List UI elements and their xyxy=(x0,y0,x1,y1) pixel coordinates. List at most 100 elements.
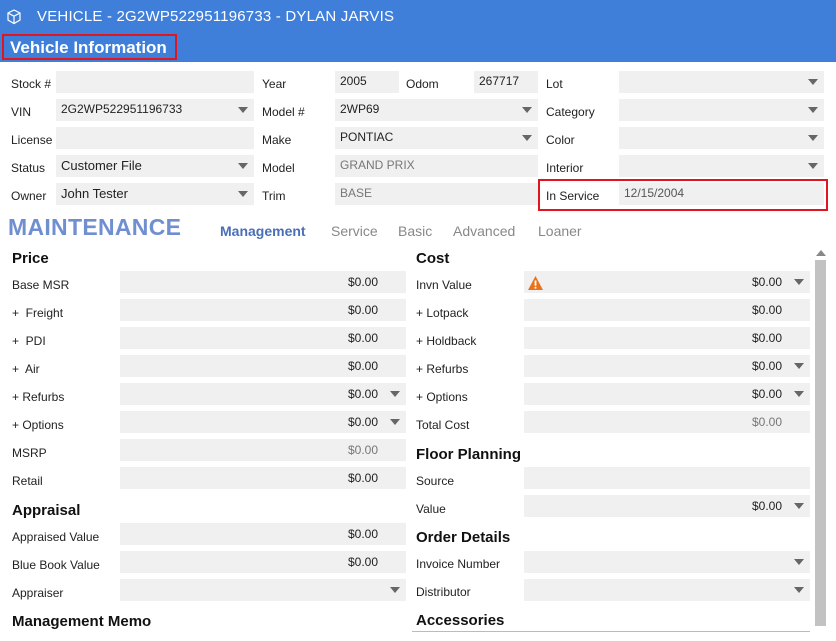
vin-select[interactable]: 2G2WP522951196733 xyxy=(56,99,254,121)
cost-row-label: + Refurbs xyxy=(416,362,469,376)
appraisal-row-label: Blue Book Value xyxy=(12,558,100,572)
model-label: Model xyxy=(262,161,295,175)
base-msr-input[interactable]: $0.00 xyxy=(120,271,406,293)
chevron-down-icon[interactable] xyxy=(808,107,818,113)
price-section-title: Price xyxy=(12,250,49,267)
trim-label: Trim xyxy=(262,189,286,203)
chevron-down-icon[interactable] xyxy=(794,391,804,397)
distributor-select[interactable] xyxy=(524,579,810,601)
odom-label: Odom xyxy=(406,77,439,91)
cost-row-label: Invn Value xyxy=(416,278,472,292)
chevron-down-icon[interactable] xyxy=(794,559,804,565)
pdi-input[interactable]: $0.00 xyxy=(120,327,406,349)
model-number-select[interactable]: 2WP69 xyxy=(335,99,538,121)
stock-label: Stock # xyxy=(11,77,52,91)
chevron-down-icon[interactable] xyxy=(794,587,804,593)
invn-value-select[interactable]: $0.00 xyxy=(524,271,810,293)
price-row-label: + PDI xyxy=(12,334,46,348)
color-select[interactable] xyxy=(619,127,824,149)
price-row-label: MSRP xyxy=(12,446,47,460)
highlight-outline xyxy=(538,179,828,211)
window-title: VEHICLE - 2G2WP522951196733 - DYLAN JARV… xyxy=(37,8,395,25)
freight-input[interactable]: $0.00 xyxy=(120,299,406,321)
tab-basic[interactable]: Basic xyxy=(398,223,432,239)
page-title: Vehicle Information xyxy=(2,34,177,60)
make-label: Make xyxy=(262,133,292,147)
chevron-down-icon[interactable] xyxy=(794,279,804,285)
year-input[interactable]: 2005 xyxy=(335,71,399,93)
chevron-down-icon[interactable] xyxy=(808,135,818,141)
holdback-input[interactable]: $0.00 xyxy=(524,327,810,349)
chevron-down-icon[interactable] xyxy=(238,191,248,197)
price-row-label: + Air xyxy=(12,362,40,376)
cost-row-label: + Holdback xyxy=(416,334,477,348)
cost-options-select[interactable]: $0.00 xyxy=(524,383,810,405)
maintenance-title: MAINTENANCE xyxy=(8,214,182,240)
license-input[interactable] xyxy=(56,127,254,149)
cube-icon xyxy=(7,9,21,25)
scrollbar-thumb[interactable] xyxy=(815,260,826,626)
retail-input[interactable]: $0.00 xyxy=(120,467,406,489)
tab-service[interactable]: Service xyxy=(331,223,378,239)
stock-input[interactable] xyxy=(56,71,254,93)
price-row-label: + Freight xyxy=(12,306,64,320)
tab-advanced[interactable]: Advanced xyxy=(453,223,515,239)
price-options-select[interactable]: $0.00 xyxy=(120,411,406,433)
chevron-down-icon[interactable] xyxy=(522,135,532,141)
order-details-title: Order Details xyxy=(416,529,511,546)
fp-value-select[interactable]: $0.00 xyxy=(524,495,810,517)
scroll-up-arrow-icon[interactable] xyxy=(816,250,826,256)
window-titlebar: VEHICLE - 2G2WP522951196733 - DYLAN JARV… xyxy=(0,0,836,34)
chevron-down-icon[interactable] xyxy=(808,79,818,85)
tab-loaner[interactable]: Loaner xyxy=(538,223,582,239)
status-select[interactable]: Customer File xyxy=(56,155,254,177)
lotpack-input[interactable]: $0.00 xyxy=(524,299,810,321)
warning-icon xyxy=(528,276,543,290)
source-input[interactable] xyxy=(524,467,810,489)
model-field: GRAND PRIX xyxy=(335,155,538,177)
vin-label: VIN xyxy=(11,105,32,119)
price-row-label: Base MSR xyxy=(12,278,70,292)
trim-field: BASE xyxy=(335,183,538,205)
chevron-down-icon[interactable] xyxy=(390,587,400,593)
odom-input[interactable]: 267717 xyxy=(474,71,538,93)
cost-section-title: Cost xyxy=(416,250,450,267)
appraised-value-input[interactable]: $0.00 xyxy=(120,523,406,545)
cost-row-label: + Lotpack xyxy=(416,306,469,320)
total-cost-field: $0.00 xyxy=(524,411,810,433)
price-row-label: + Options xyxy=(12,418,64,432)
appraiser-select[interactable] xyxy=(120,579,406,601)
floor-planning-title: Floor Planning xyxy=(416,446,521,463)
blue-book-value-input[interactable]: $0.00 xyxy=(120,551,406,573)
appraisal-section-title: Appraisal xyxy=(12,502,81,519)
chevron-down-icon[interactable] xyxy=(522,107,532,113)
accessories-table-header xyxy=(412,631,810,641)
chevron-down-icon[interactable] xyxy=(238,163,248,169)
make-select[interactable]: PONTIAC xyxy=(335,127,538,149)
owner-label: Owner xyxy=(11,189,47,203)
license-label: License xyxy=(11,133,53,147)
interior-select[interactable] xyxy=(619,155,824,177)
chevron-down-icon[interactable] xyxy=(238,107,248,113)
category-select[interactable] xyxy=(619,99,824,121)
chevron-down-icon[interactable] xyxy=(390,391,400,397)
cost-refurbs-select[interactable]: $0.00 xyxy=(524,355,810,377)
chevron-down-icon[interactable] xyxy=(390,419,400,425)
price-refurbs-select[interactable]: $0.00 xyxy=(120,383,406,405)
fp-value-label: Value xyxy=(416,502,446,516)
owner-select[interactable]: John Tester xyxy=(56,183,254,205)
section-header-bar: Vehicle Information xyxy=(0,34,836,62)
invoice-number-select[interactable] xyxy=(524,551,810,573)
chevron-down-icon[interactable] xyxy=(794,503,804,509)
chevron-down-icon[interactable] xyxy=(808,163,818,169)
cost-row-label: + Options xyxy=(416,390,468,404)
appraisal-row-label: Appraiser xyxy=(12,586,64,600)
category-label: Category xyxy=(546,105,595,119)
air-input[interactable]: $0.00 xyxy=(120,355,406,377)
source-label: Source xyxy=(416,474,455,488)
color-label: Color xyxy=(546,133,575,147)
tab-management[interactable]: Management xyxy=(220,223,306,239)
chevron-down-icon[interactable] xyxy=(794,363,804,369)
appraisal-row-label: Appraised Value xyxy=(12,530,100,544)
lot-select[interactable] xyxy=(619,71,824,93)
